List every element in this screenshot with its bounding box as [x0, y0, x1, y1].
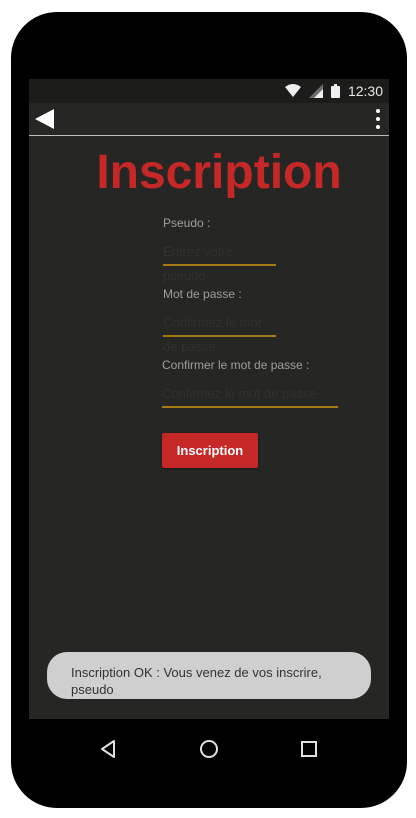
page-title: Inscription — [96, 146, 342, 199]
pseudo-placeholder: Entrez votre pseudo — [163, 244, 234, 283]
password-input[interactable]: Confirmez le mot de passe — [163, 311, 276, 354]
nav-back-icon[interactable] — [98, 738, 120, 760]
app-screen: 12:30 Inscription Pseudo : Entrez votre … — [29, 79, 389, 719]
action-bar — [29, 103, 389, 136]
password-placeholder: Confirmez le mot de passe — [163, 315, 262, 354]
confirm-password-label: Confirmer le mot de passe : — [162, 358, 310, 372]
status-bar: 12:30 — [29, 79, 389, 103]
confirm-password-placeholder: Confirmez le mot de passe — [162, 386, 317, 401]
toast-message: Inscription OK : Vous venez de vos inscr… — [47, 652, 371, 699]
pseudo-input[interactable]: Entrez votre pseudo — [163, 240, 276, 283]
password-label: Mot de passe : — [163, 287, 242, 301]
signup-button[interactable]: Inscription — [162, 433, 258, 468]
pseudo-label: Pseudo : — [163, 216, 211, 230]
wifi-icon — [284, 84, 301, 97]
battery-icon — [330, 84, 340, 98]
nav-home-icon[interactable] — [198, 738, 220, 760]
system-nav-bar — [29, 720, 389, 778]
back-arrow-icon[interactable] — [34, 108, 58, 130]
confirm-password-input[interactable]: Confirmez le mot de passe — [162, 382, 338, 408]
signal-icon — [308, 84, 323, 98]
nav-recents-icon[interactable] — [298, 738, 320, 760]
overflow-menu-icon[interactable] — [373, 107, 383, 131]
status-time: 12:30 — [347, 83, 383, 99]
